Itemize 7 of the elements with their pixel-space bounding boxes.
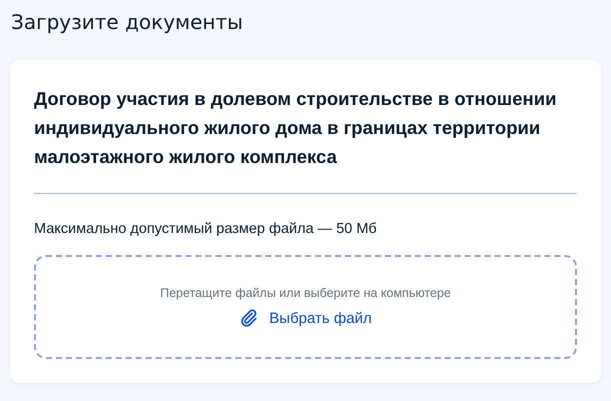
- drop-hint: Перетащите файлы или выберите на компьютере: [160, 286, 451, 300]
- drop-zone[interactable]: Перетащите файлы или выберите на компьютере Выбрать файл: [34, 255, 577, 359]
- page-title: Загрузите документы: [11, 9, 243, 36]
- choose-file-link[interactable]: Выбрать файл: [269, 310, 372, 326]
- paperclip-icon: [239, 308, 260, 328]
- file-size-note: Максимально допустимый размер файла — 50 Мб: [34, 220, 377, 239]
- document-heading: Договор участия в долевом строительстве в отношении индивидуального жилого дома в границах территории малоэтажного жилого комплекса: [34, 87, 558, 169]
